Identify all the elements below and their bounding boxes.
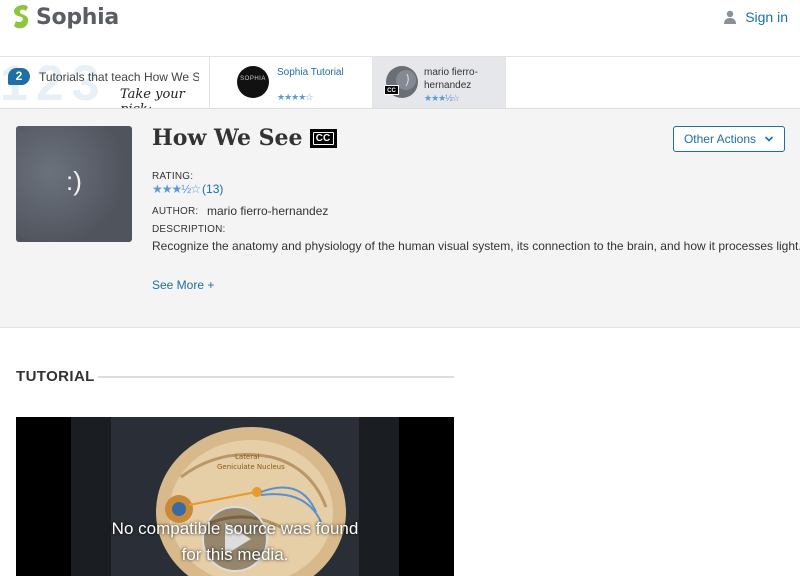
logo-text: Sophia bbox=[36, 4, 119, 30]
sophia-tutorial-avatar: SOPHIA bbox=[237, 66, 269, 98]
diagram-label-lateral: Lateral bbox=[235, 453, 259, 461]
section-divider bbox=[98, 376, 454, 378]
tutorial-card-label: Sophia Tutorial bbox=[277, 67, 344, 78]
sophia-logo-icon bbox=[14, 5, 29, 29]
rating-count-link[interactable]: (13) bbox=[202, 182, 223, 196]
diagram-label-geniculate: Geniculate Nucleus bbox=[217, 463, 285, 471]
author-name: mario fierro-hernandez bbox=[207, 204, 329, 218]
section-title: TUTORIAL bbox=[16, 368, 95, 385]
user-icon bbox=[724, 10, 737, 24]
signin-label: Sign in bbox=[745, 9, 788, 25]
video-player[interactable]: Lateral Geniculate Nucleus No compatible… bbox=[16, 417, 454, 576]
signin-link[interactable]: Sign in bbox=[723, 9, 788, 25]
video-error-line2: for this media. bbox=[181, 545, 289, 564]
description-label: DESCRIPTION: bbox=[152, 224, 226, 235]
tutorials-strip: 123 2 Tutorials that teach How We See Ta… bbox=[0, 57, 800, 109]
thumbnail-smiley-text: :) bbox=[66, 166, 82, 196]
tutorials-count-panel: 123 2 Tutorials that teach How We See Ta… bbox=[0, 57, 210, 108]
tutorial-thumbnail: :) bbox=[16, 126, 132, 242]
star-rating-icon: ★★★½☆ bbox=[152, 182, 201, 196]
tutorial-card-mario[interactable]: CC mario fierro-hernandez ★★★½☆ bbox=[373, 57, 506, 108]
tutorial-card-sophia[interactable]: SOPHIA Sophia Tutorial ★★★★☆ bbox=[224, 57, 373, 108]
star-rating-icon: ★★★½☆ bbox=[424, 93, 460, 103]
closed-captions-icon: CC bbox=[309, 128, 337, 148]
sophia-logo[interactable]: Sophia bbox=[10, 4, 119, 30]
tutorial-card-label: mario fierro-hernandez bbox=[424, 67, 478, 91]
video-error-message: No compatible source was found for this … bbox=[16, 516, 454, 568]
see-more-link[interactable]: See More + bbox=[152, 278, 214, 292]
page-title: How We See bbox=[152, 125, 303, 151]
cc-label: CC bbox=[312, 131, 334, 145]
avatar-logo-text: SOPHIA bbox=[240, 76, 266, 82]
author-label: AUTHOR: bbox=[152, 206, 199, 217]
site-header: Sophia Sign in bbox=[0, 0, 800, 57]
star-rating-icon: ★★★★☆ bbox=[277, 92, 313, 102]
tutorials-title: Tutorials that teach How We See bbox=[39, 70, 199, 84]
rating-label: RATING: bbox=[152, 171, 194, 182]
description-text: Recognize the anatomy and physiology of … bbox=[152, 239, 800, 253]
closed-captions-icon: CC bbox=[384, 85, 399, 95]
other-actions-label: Other Actions bbox=[683, 132, 757, 146]
take-your-pick-text: Take your pick: bbox=[120, 87, 185, 108]
rating-row: ★★★½☆ (13) bbox=[152, 182, 223, 196]
chevron-down-icon bbox=[764, 136, 774, 142]
tutorial-count-badge: 2 bbox=[8, 68, 30, 85]
tutorial-hero: :) How We See CC Other Actions RATING: ★… bbox=[0, 109, 800, 328]
video-error-line1: No compatible source was found bbox=[111, 519, 359, 538]
title-row: How We See CC bbox=[152, 125, 337, 151]
other-actions-button[interactable]: Other Actions bbox=[673, 126, 785, 152]
